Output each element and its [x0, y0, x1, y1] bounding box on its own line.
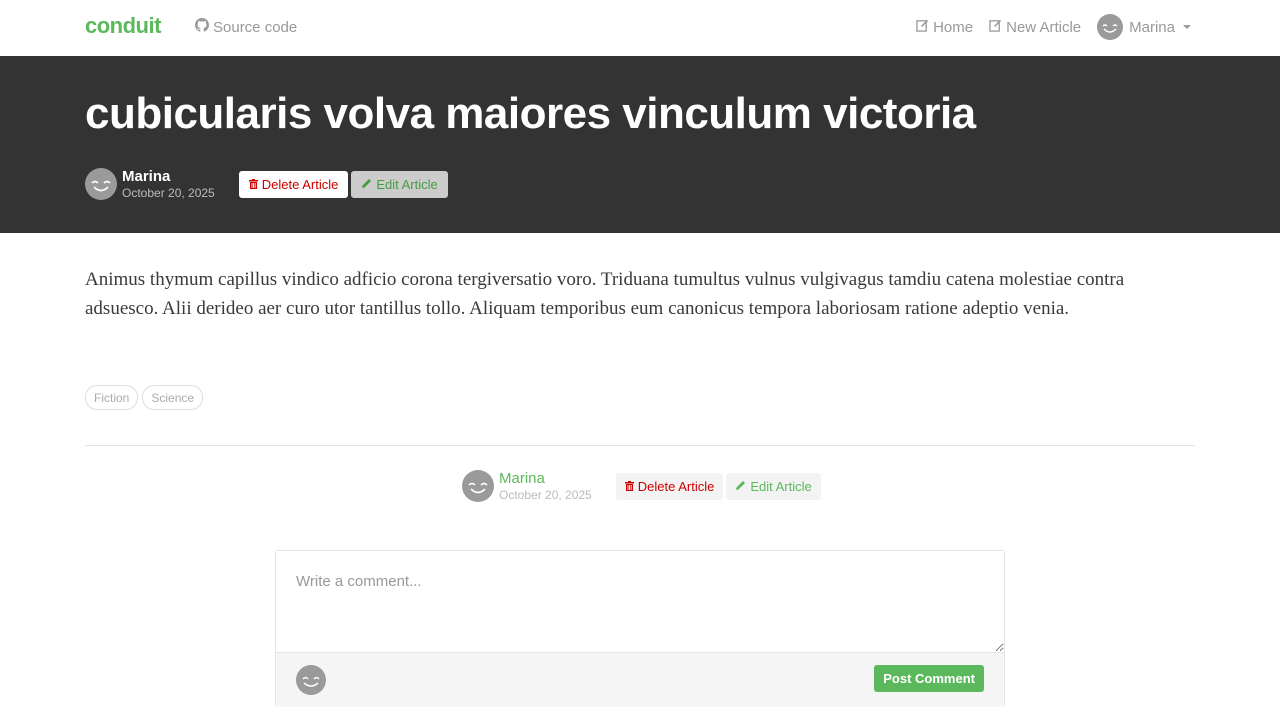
edit-article-button[interactable]: Edit Article	[726, 472, 821, 500]
article-body: Animus thymum capillus vindico adficio c…	[85, 269, 1125, 319]
author-avatar[interactable]	[462, 470, 494, 502]
source-code-label: Source code	[213, 18, 298, 36]
compose-icon	[989, 19, 1002, 36]
nav-home-link[interactable]: Home	[916, 19, 973, 36]
trash-icon	[248, 177, 258, 192]
delete-article-label: Delete Article	[261, 176, 339, 192]
tag-list: Fiction Science	[85, 385, 204, 410]
article-date: October 20, 2025	[122, 186, 215, 200]
post-comment-button[interactable]: Post Comment	[874, 665, 984, 692]
article-banner: cubicularis volva maiores vinculum victo…	[0, 56, 1280, 233]
github-icon	[195, 18, 209, 36]
author-name-link[interactable]: Marina	[499, 470, 592, 487]
tag-pill[interactable]: Fiction	[85, 385, 139, 410]
nav-user-label: Marina	[1129, 18, 1175, 36]
pencil-icon	[735, 479, 746, 494]
comment-input[interactable]	[276, 551, 1004, 652]
delete-article-button[interactable]: Delete Article	[238, 170, 349, 198]
author-name-link[interactable]: Marina	[122, 168, 215, 185]
article-meta: Marina October 20, 2025 Delete Article E…	[85, 168, 451, 200]
source-code-link[interactable]: Source code	[195, 18, 297, 36]
brand-logo[interactable]: conduit	[85, 13, 161, 39]
comment-form-footer: Post Comment	[276, 652, 1004, 707]
article-actions: Marina October 20, 2025 Delete Article E…	[462, 470, 824, 502]
edit-article-label: Edit Article	[750, 478, 812, 494]
tag-pill[interactable]: Science	[142, 385, 204, 410]
edit-article-label: Edit Article	[376, 176, 438, 192]
delete-article-button[interactable]: Delete Article	[615, 472, 724, 500]
article-date: October 20, 2025	[499, 488, 592, 502]
comment-author-avatar	[296, 665, 326, 695]
nav-user-menu[interactable]: Marina	[1097, 14, 1191, 40]
pencil-icon	[361, 177, 372, 192]
comment-form: Post Comment	[275, 550, 1005, 707]
article-title: cubicularis volva maiores vinculum victo…	[85, 89, 976, 138]
caret-down-icon	[1183, 25, 1191, 29]
nav-home-label: Home	[933, 18, 974, 36]
nav-new-article-link[interactable]: New Article	[989, 19, 1081, 36]
edit-icon	[916, 19, 929, 36]
trash-icon	[624, 479, 634, 494]
divider	[85, 445, 1195, 446]
author-avatar[interactable]	[85, 168, 117, 200]
nav-new-article-label: New Article	[1006, 18, 1082, 36]
avatar	[1097, 14, 1124, 40]
navbar: conduit Source code Home New Article Mar…	[0, 0, 1280, 56]
edit-article-button[interactable]: Edit Article	[351, 170, 448, 198]
delete-article-label: Delete Article	[637, 478, 715, 494]
